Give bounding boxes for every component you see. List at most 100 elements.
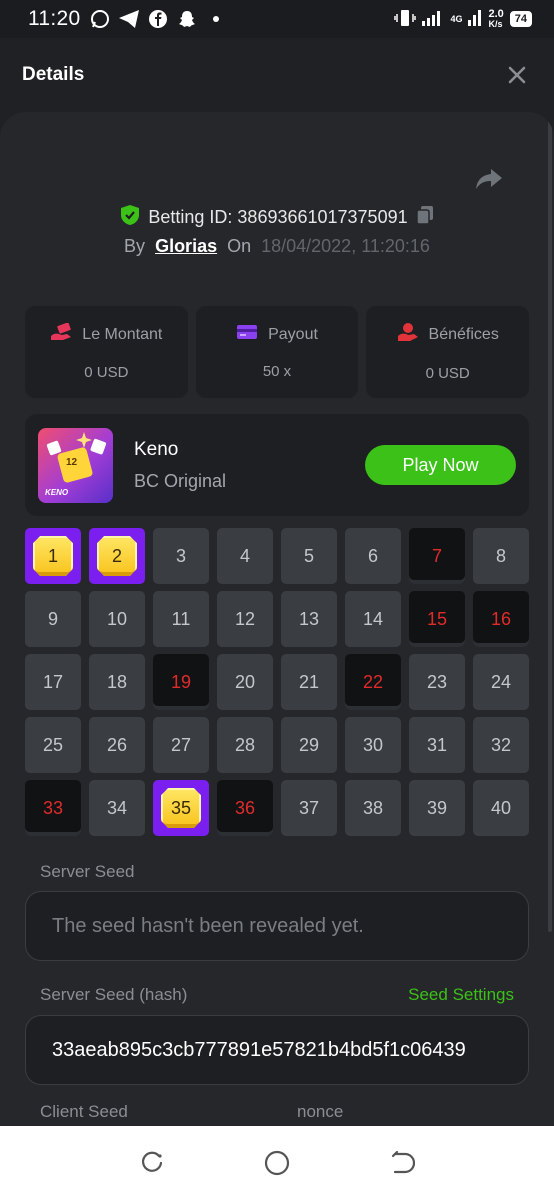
keno-cell[interactable]: 11	[153, 591, 209, 647]
keno-cell[interactable]: 9	[25, 591, 81, 647]
stat-amount-value: 0 USD	[84, 364, 129, 381]
keno-cell[interactable]: 21	[281, 654, 337, 710]
betting-id-row: Betting ID: 38693661017375091	[0, 204, 554, 231]
status-time: 11:20	[28, 7, 81, 30]
keno-cell[interactable]: 10	[89, 591, 145, 647]
keno-cell[interactable]: 28	[217, 717, 273, 773]
game-name: Keno	[134, 438, 179, 460]
keno-thumbnail[interactable]: 12 KENO	[38, 427, 113, 503]
game-card: 12 KENO Keno BC Original Play Now	[25, 414, 529, 516]
keno-hit-gem: 2	[97, 536, 137, 576]
details-header: Details	[0, 38, 554, 112]
status-bar: 11:20 4G 2.0 K/s 74	[0, 0, 554, 38]
keno-cell[interactable]: 32	[473, 717, 529, 773]
keno-cell[interactable]: 26	[89, 717, 145, 773]
seed-settings-link[interactable]: Seed Settings	[408, 985, 514, 1005]
keno-cell[interactable]: 8	[473, 528, 529, 584]
stat-payout: Payout 50 x	[195, 306, 359, 398]
scrollbar[interactable]	[548, 112, 552, 932]
stat-amount-label: Le Montant	[82, 325, 163, 343]
keno-cell[interactable]: 37	[281, 780, 337, 836]
notification-icons	[89, 8, 227, 30]
share-button[interactable]	[474, 164, 504, 194]
keno-hit-gem: 1	[33, 536, 73, 576]
keno-cell[interactable]: 20	[217, 654, 273, 710]
vibrate-icon	[394, 9, 417, 30]
stat-payout-value: 50 x	[262, 363, 292, 380]
keno-cell[interactable]: 15	[409, 591, 465, 647]
back-button[interactable]	[382, 1143, 422, 1183]
card-icon	[236, 324, 258, 345]
keno-cell[interactable]: 34	[89, 780, 145, 836]
whatsapp-icon	[89, 8, 111, 30]
keno-cell[interactable]: 38	[345, 780, 401, 836]
game-provider: BC Original	[134, 470, 227, 491]
keno-cell[interactable]: 5	[281, 528, 337, 584]
keno-cell[interactable]: 30	[345, 717, 401, 773]
close-button[interactable]	[502, 60, 532, 90]
telegram-icon	[118, 8, 140, 30]
stat-profit: Bénéfices 0 USD	[366, 306, 530, 398]
server-seed-hash-value: 33aeab895c3cb777891e57821b4bd5f1c06439	[52, 1038, 466, 1061]
stat-amount: Le Montant 0 USD	[25, 306, 188, 398]
server-seed-hash-label: Server Seed (hash)	[40, 985, 188, 1004]
server-seed-hash-field[interactable]: 33aeab895c3cb777891e57821b4bd5f1c06439	[25, 1015, 529, 1085]
signal-icon-2	[468, 9, 482, 29]
keno-cell[interactable]: 14	[345, 591, 401, 647]
home-button[interactable]	[257, 1143, 297, 1183]
client-seed-label: Client Seed	[40, 1102, 128, 1121]
keno-cell[interactable]: 24	[473, 654, 529, 710]
keno-cell[interactable]: 40	[473, 780, 529, 836]
bet-date: 18/04/2022, 11:20:16	[261, 236, 430, 256]
recents-button[interactable]	[132, 1143, 172, 1183]
keno-cell[interactable]: 23	[409, 654, 465, 710]
keno-thumb-label: KENO	[45, 487, 69, 497]
system-nav-bar	[0, 1126, 554, 1200]
keno-cell[interactable]: 33	[25, 780, 81, 836]
stat-profit-label: Bénéfices	[428, 325, 499, 343]
keno-cell[interactable]: 4	[217, 528, 273, 584]
battery: 74	[509, 11, 532, 27]
keno-cell[interactable]: 29	[281, 717, 337, 773]
server-seed-value: The seed hasn't been revealed yet.	[52, 914, 364, 937]
keno-cell[interactable]: 17	[25, 654, 81, 710]
money-hand-icon	[50, 322, 72, 346]
keno-cell[interactable]: 1	[25, 528, 81, 584]
play-now-button[interactable]: Play Now	[365, 445, 516, 485]
stat-profit-value: 0 USD	[425, 365, 470, 382]
keno-cell[interactable]: 39	[409, 780, 465, 836]
facebook-icon	[147, 8, 169, 30]
keno-cell[interactable]: 19	[153, 654, 209, 710]
betting-id: Betting ID: 38693661017375091	[148, 207, 408, 227]
bettor-username[interactable]: Glorias	[155, 236, 217, 257]
share-icon	[476, 169, 502, 189]
profit-hand-icon	[397, 322, 419, 347]
keno-cell[interactable]: 3	[153, 528, 209, 584]
copy-icon[interactable]	[415, 205, 434, 230]
keno-cell[interactable]: 27	[153, 717, 209, 773]
keno-cell[interactable]: 25	[25, 717, 81, 773]
keno-cell[interactable]: 36	[217, 780, 273, 836]
keno-cell[interactable]: 2	[89, 528, 145, 584]
on-label: On	[227, 236, 252, 256]
keno-cell[interactable]: 13	[281, 591, 337, 647]
dot-icon	[205, 8, 227, 30]
keno-cell[interactable]: 12	[217, 591, 273, 647]
game-info: Keno BC Original	[134, 439, 226, 492]
details-panel: Betting ID: 38693661017375091 By Glorias…	[0, 112, 554, 1126]
server-seed-field[interactable]: The seed hasn't been revealed yet.	[25, 891, 529, 961]
keno-cell[interactable]: 22	[345, 654, 401, 710]
keno-cell[interactable]: 7	[409, 528, 465, 584]
close-icon	[508, 66, 526, 84]
bet-meta-row: By Glorias On 18/04/2022, 11:20:16	[0, 236, 554, 257]
nonce-label: nonce	[297, 1102, 344, 1121]
keno-cell[interactable]: 16	[473, 591, 529, 647]
keno-cell[interactable]: 31	[409, 717, 465, 773]
keno-cell[interactable]: 6	[345, 528, 401, 584]
stat-payout-label: Payout	[268, 325, 318, 343]
status-right: 4G 2.0 K/s 74	[394, 9, 532, 30]
keno-cell[interactable]: 35	[153, 780, 209, 836]
keno-cell[interactable]: 18	[89, 654, 145, 710]
back-icon	[391, 1150, 415, 1174]
details-content: Betting ID: 38693661017375091 By Glorias…	[0, 112, 554, 1126]
